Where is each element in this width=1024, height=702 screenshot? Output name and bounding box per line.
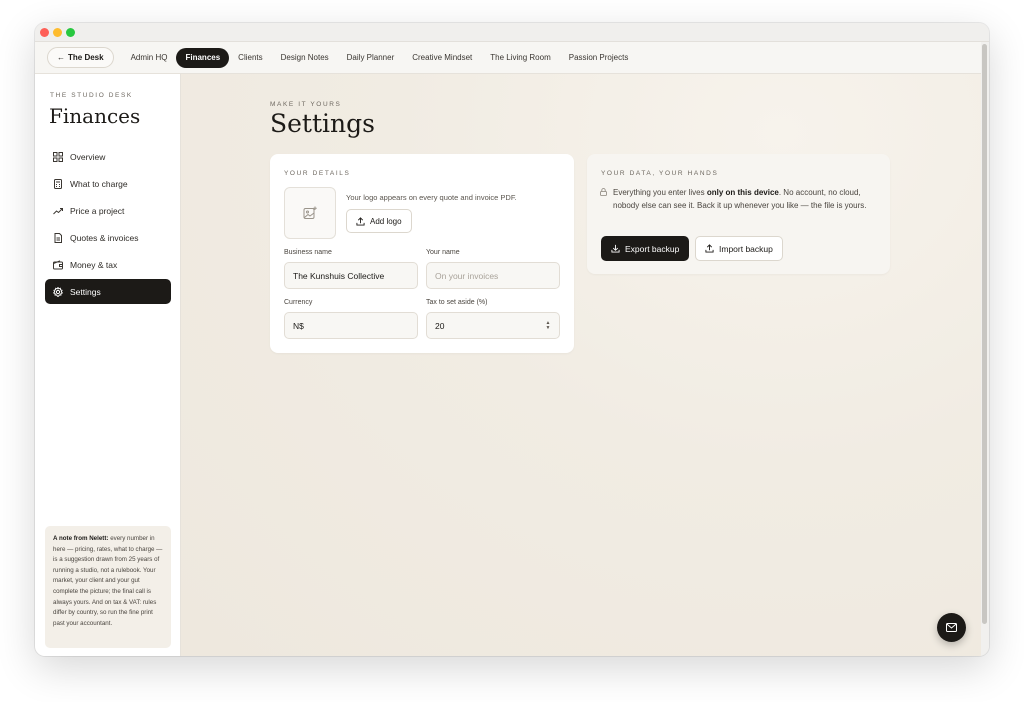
mail-icon <box>946 623 957 632</box>
sidebar-item-overview[interactable]: Overview <box>45 144 171 169</box>
sidebar-eyebrow: THE STUDIO DESK <box>50 92 133 99</box>
add-logo-label: Add logo <box>370 216 402 226</box>
scrollbar[interactable] <box>981 42 989 656</box>
tab-daily-planner[interactable]: Daily Planner <box>338 48 404 68</box>
tab-the-living-room[interactable]: The Living Room <box>481 48 559 68</box>
trend-up-icon <box>53 207 63 214</box>
maximize-window-button[interactable] <box>66 28 75 37</box>
data-eyebrow: YOUR DATA, YOUR HANDS <box>601 170 719 177</box>
stepper-arrows-icon[interactable]: ▲ ▼ <box>545 321 551 331</box>
app-window: ← The Desk Admin HQ Finances Clients Des… <box>35 23 989 656</box>
tax-value: 20 <box>435 320 445 331</box>
minimize-window-button[interactable] <box>53 28 62 37</box>
advice-note: A note from Nelett: every number in here… <box>45 526 171 648</box>
document-icon <box>54 232 62 243</box>
logo-upload-area[interactable] <box>284 187 336 239</box>
note-author: A note from Nelett: <box>53 535 109 542</box>
sidebar-item-what-to-charge[interactable]: What to charge <box>45 171 171 196</box>
sidebar-item-label: Settings <box>70 286 101 297</box>
details-eyebrow: YOUR DETAILS <box>284 170 351 177</box>
contact-button[interactable] <box>937 613 966 642</box>
grid-icon <box>53 151 63 162</box>
gear-icon <box>53 286 63 297</box>
currency-label: Currency <box>284 299 313 306</box>
upload-icon <box>356 216 365 226</box>
tab-creative-mindset[interactable]: Creative Mindset <box>403 48 481 68</box>
tab-design-notes[interactable]: Design Notes <box>272 48 338 68</box>
main-content: MAKE IT YOURS Settings YOUR DETAILS Your… <box>181 74 981 656</box>
calculator-icon <box>54 178 62 189</box>
page-title: Settings <box>270 109 375 138</box>
wallet-icon <box>53 259 63 269</box>
business-name-input[interactable]: The Kunshuis Collective <box>284 262 418 289</box>
top-navigation: ← The Desk Admin HQ Finances Clients Des… <box>35 42 981 74</box>
tab-clients[interactable]: Clients <box>229 48 271 68</box>
upload-icon <box>705 244 714 253</box>
sidebar-item-settings[interactable]: Settings <box>45 279 171 304</box>
sidebar-item-quotes-invoices[interactable]: Quotes & invoices <box>45 225 171 250</box>
add-logo-button[interactable]: Add logo <box>346 209 412 233</box>
tax-input[interactable]: 20 ▲ ▼ <box>426 312 560 339</box>
note-text: every number in here — pricing, rates, w… <box>53 535 163 627</box>
your-data-card: YOUR DATA, YOUR HANDS Everything you ent… <box>587 154 890 274</box>
sidebar-item-price-a-project[interactable]: Price a project <box>45 198 171 223</box>
sidebar-title: Finances <box>49 104 141 128</box>
tax-label: Tax to set aside (%) <box>426 299 488 306</box>
lock-icon <box>600 188 607 196</box>
export-backup-button[interactable]: Export backup <box>601 236 690 261</box>
sidebar-item-label: Overview <box>70 151 106 162</box>
sidebar-item-label: What to charge <box>70 178 128 189</box>
export-backup-label: Export backup <box>625 243 680 254</box>
privacy-text-start: Everything you enter lives <box>613 188 707 197</box>
sidebar-item-label: Money & tax <box>70 259 118 270</box>
logo-hint: Your logo appears on every quote and inv… <box>346 193 517 202</box>
back-button-label: The Desk <box>68 53 104 62</box>
business-name-label: Business name <box>284 249 332 256</box>
privacy-text-emphasis: only on this device <box>706 188 779 197</box>
close-window-button[interactable] <box>40 28 49 37</box>
tab-admin-hq[interactable]: Admin HQ <box>122 48 177 68</box>
tab-finances[interactable]: Finances <box>176 47 230 68</box>
sidebar: THE STUDIO DESK Finances Overview What t… <box>35 74 181 656</box>
download-icon <box>611 244 620 253</box>
title-bar <box>35 23 989 42</box>
back-to-desk-button[interactable]: ← The Desk <box>47 47 114 68</box>
scrollbar-thumb[interactable] <box>982 44 987 624</box>
import-backup-label: Import backup <box>719 243 773 254</box>
sidebar-item-money-tax[interactable]: Money & tax <box>45 252 171 277</box>
your-name-input[interactable]: On your invoices <box>426 262 560 289</box>
your-details-card: YOUR DETAILS Your logo appears on every … <box>270 154 574 353</box>
sidebar-item-label: Price a project <box>70 205 125 216</box>
sidebar-nav: Overview What to charge Price a project … <box>45 144 171 306</box>
tab-passion-projects[interactable]: Passion Projects <box>560 48 638 68</box>
arrow-left-icon: ← <box>57 53 65 62</box>
page-eyebrow: MAKE IT YOURS <box>270 101 342 108</box>
currency-input[interactable]: N$ <box>284 312 418 339</box>
sidebar-item-label: Quotes & invoices <box>70 232 139 243</box>
import-backup-button[interactable]: Import backup <box>695 236 783 261</box>
image-add-icon <box>303 206 317 219</box>
your-name-label: Your name <box>426 249 460 256</box>
data-privacy-text: Everything you enter lives only on this … <box>613 187 879 212</box>
